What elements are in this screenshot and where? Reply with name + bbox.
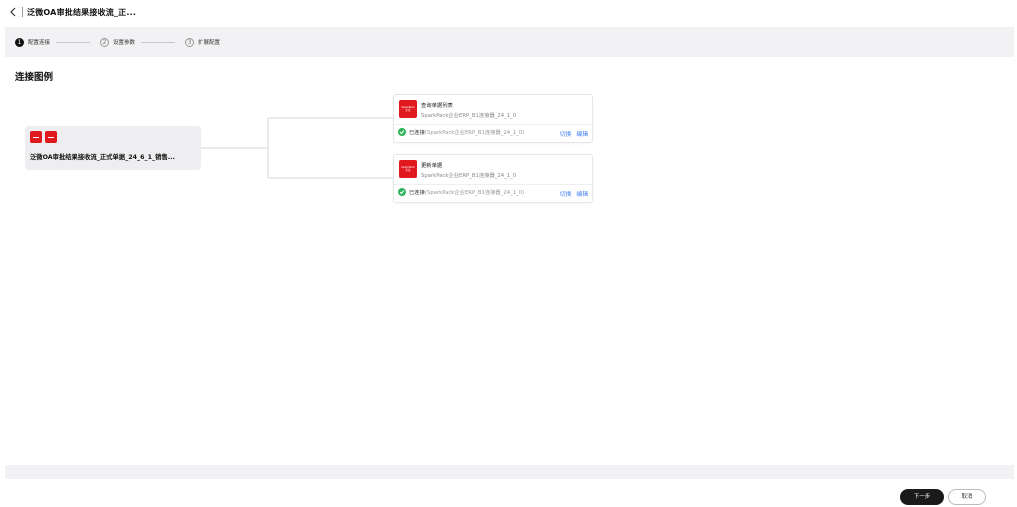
connection-status: 已连接 (SparkPack企业ERP_B1连接器_24_1_0) xyxy=(398,128,524,136)
target-subtitle: SparkPack企业ERP_B1连接器_24_1_0 xyxy=(421,113,517,119)
card-divider xyxy=(394,124,592,125)
connection-status: 已连接 (SparkPack企业ERP_B1连接器_24_1_0) xyxy=(398,188,524,196)
card-actions: 切换 编辑 xyxy=(560,129,588,138)
target-name: 更新单据 xyxy=(421,163,443,169)
status-detail: (SparkPack企业ERP_B1连接器_24_1_0) xyxy=(424,190,525,196)
target-card-query[interactable]: SparkPack 企业 查询单据列表 SparkPack企业ERP_B1连接器… xyxy=(393,94,593,143)
source-connector-card[interactable]: 泛微OA审批结果接收流_正式单据_24_6_1_销售... xyxy=(25,126,201,170)
card-actions: 切换 编辑 xyxy=(560,189,588,198)
connection-lines xyxy=(201,117,393,179)
source-logos xyxy=(30,131,57,143)
logo-text-line: 企业 xyxy=(405,109,411,112)
logo-text-line: 企业 xyxy=(405,169,411,172)
card-divider xyxy=(394,184,592,185)
edit-button[interactable]: 编辑 xyxy=(576,129,588,138)
edit-button[interactable]: 编辑 xyxy=(576,189,588,198)
sparkpack-logo-icon: SparkPack 企业 xyxy=(399,160,417,178)
source-title: 泛微OA审批结果接收流_正式单据_24_6_1_销售... xyxy=(30,154,175,161)
target-subtitle: SparkPack企业ERP_B1连接器_24_1_0 xyxy=(421,173,517,179)
check-circle-icon xyxy=(398,128,406,136)
cancel-button[interactable]: 取消 xyxy=(948,489,986,505)
footer-divider xyxy=(5,465,1014,479)
app-logo-icon xyxy=(30,131,42,143)
target-name: 查询单据列表 xyxy=(421,103,453,109)
check-circle-icon xyxy=(398,188,406,196)
sparkpack-logo-icon: SparkPack 企业 xyxy=(399,100,417,118)
app-logo-icon xyxy=(45,131,57,143)
switch-button[interactable]: 切换 xyxy=(560,189,572,198)
footer-bar: 下一步 取消 xyxy=(0,485,1017,507)
status-label: 已连接 xyxy=(409,130,425,136)
target-card-update[interactable]: SparkPack 企业 更新单据 SparkPack企业ERP_B1连接器_2… xyxy=(393,154,593,203)
switch-button[interactable]: 切换 xyxy=(560,129,572,138)
status-label: 已连接 xyxy=(409,190,425,196)
next-step-button[interactable]: 下一步 xyxy=(900,489,944,505)
status-detail: (SparkPack企业ERP_B1连接器_24_1_0) xyxy=(424,130,525,136)
